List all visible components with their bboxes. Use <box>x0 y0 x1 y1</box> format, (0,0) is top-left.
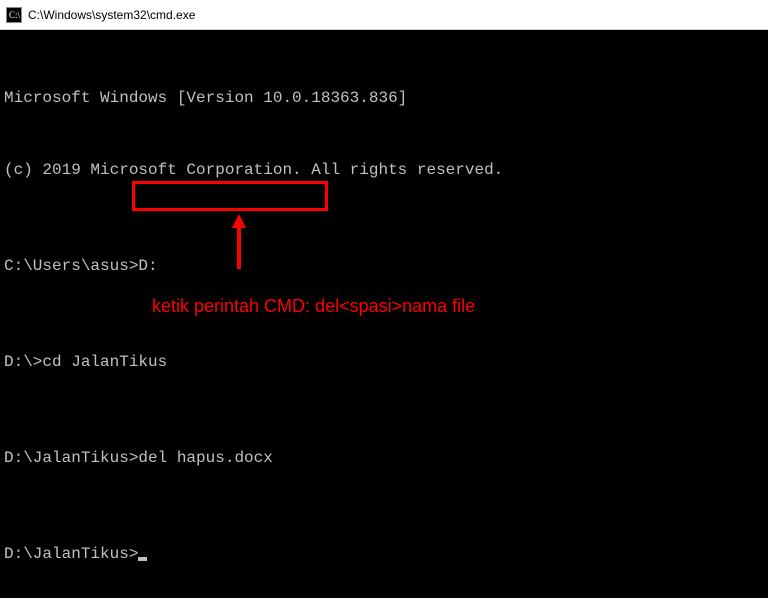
window-titlebar[interactable]: C:\ C:\Windows\system32\cmd.exe <box>0 0 768 30</box>
cursor <box>138 557 147 561</box>
terminal-line: D:\JalanTikus> <box>4 542 764 566</box>
prompt: D:\JalanTikus> <box>4 545 138 563</box>
terminal-line: C:\Users\asus>D: <box>4 254 764 278</box>
prompt: D:\JalanTikus> <box>4 449 138 467</box>
terminal-line: D:\>cd JalanTikus <box>4 350 764 374</box>
cmd-icon: C:\ <box>6 7 22 23</box>
command: cd JalanTikus <box>42 353 167 371</box>
terminal-line: Microsoft Windows [Version 10.0.18363.83… <box>4 86 764 110</box>
svg-text:C:\: C:\ <box>9 10 21 20</box>
terminal-line: D:\JalanTikus>del hapus.docx <box>4 446 764 470</box>
window-title: C:\Windows\system32\cmd.exe <box>28 8 195 22</box>
prompt: C:\Users\asus> <box>4 257 138 275</box>
prompt: D:\> <box>4 353 42 371</box>
terminal-area[interactable]: Microsoft Windows [Version 10.0.18363.83… <box>0 30 768 598</box>
terminal-line: (c) 2019 Microsoft Corporation. All righ… <box>4 158 764 182</box>
command: del hapus.docx <box>138 449 272 467</box>
command: D: <box>138 257 157 275</box>
